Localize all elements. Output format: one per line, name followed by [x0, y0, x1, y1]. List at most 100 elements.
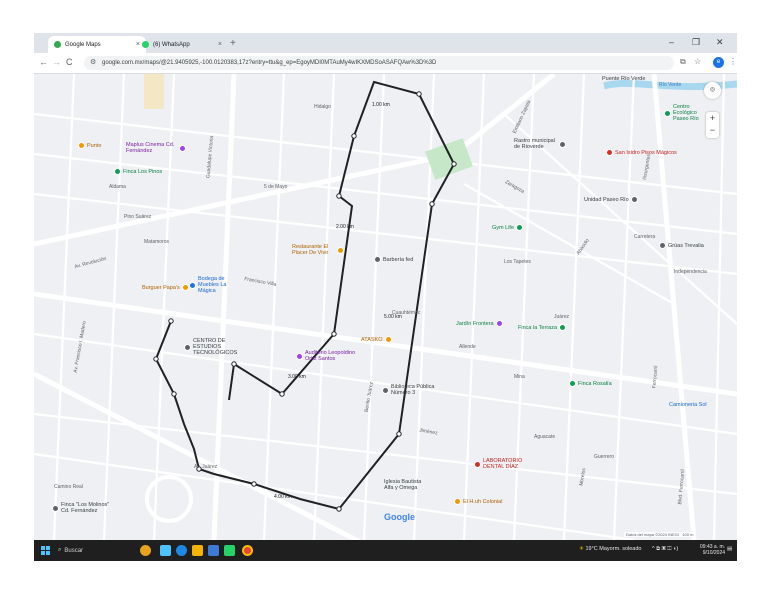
venue-pin-icon — [52, 504, 59, 512]
poi-marker[interactable]: Unidad Paseo Río — [584, 196, 638, 203]
street-label: Matamoros — [144, 239, 170, 245]
compass-button[interactable]: ◎ — [704, 82, 721, 99]
windows-taskbar: ⌕ Buscar ☀ 19°C Mayorm. soleado ^ ⧉ ▣ ◫ … — [34, 540, 737, 561]
poi-marker[interactable]: LABORATORIO DENTAL DÍAZ — [474, 458, 534, 470]
maps-favicon-icon — [54, 41, 61, 48]
edge-icon[interactable] — [176, 545, 187, 556]
venue-pin-icon — [569, 380, 576, 387]
street-label: Aldama — [109, 184, 126, 190]
maximize-button[interactable]: ❐ — [692, 37, 700, 48]
school-pin-icon — [184, 343, 191, 351]
poi-marker[interactable]: Biblioteca Pública Número 3 — [382, 384, 436, 396]
street-label: Hidalgo — [314, 104, 331, 110]
route-distance-label: 2.00 km — [336, 224, 354, 230]
reload-button[interactable]: C — [66, 57, 73, 67]
windows-start-icon[interactable] — [41, 546, 50, 555]
restaurant-pin-icon — [384, 336, 392, 343]
extensions-icon[interactable]: ⧉ — [680, 57, 686, 67]
store-pin-icon — [189, 281, 196, 289]
poi-marker[interactable]: Gym Life — [492, 224, 524, 231]
search-icon: ⌕ — [58, 547, 62, 553]
street-label: Carretera — [634, 234, 656, 240]
map-canvas[interactable]: Av. Revolución Guadalupe Victoria Cuauht… — [34, 74, 737, 540]
street-label: Camino Real — [54, 484, 83, 490]
zoom-out-button[interactable]: − — [706, 124, 719, 136]
poi-marker[interactable]: Restaurante El Placer De Vivir — [292, 244, 344, 256]
copilot-icon[interactable] — [160, 545, 171, 556]
back-button[interactable]: ← — [39, 57, 48, 67]
poi-marker[interactable]: Finca la Terraza — [518, 324, 567, 331]
zoom-in-button[interactable]: + — [706, 112, 719, 124]
browser-toolbar: ← → C ⚙ google.com.mx/maps/@21.9405925,-… — [34, 53, 737, 74]
river-label: Río Verde — [659, 82, 682, 88]
weather-sun-icon: ☀ — [579, 546, 584, 552]
tab-whatsapp[interactable]: (6) WhatsApp × — [136, 36, 228, 53]
street-label: Mina — [514, 374, 525, 380]
store-icon[interactable] — [208, 545, 219, 556]
taskbar-clock[interactable]: 09:43 a. m. 9/10/2024 — [700, 544, 725, 556]
profile-avatar[interactable]: e — [713, 57, 724, 68]
avenue-road — [34, 74, 556, 247]
weather-widget[interactable]: ☀ 19°C Mayorm. soleado — [579, 546, 641, 552]
taskbar-search-box[interactable]: ⌕ Buscar — [58, 544, 146, 557]
venue-pin-icon — [559, 324, 567, 331]
park-pin-icon — [114, 168, 121, 175]
poi-marker[interactable]: Puente Río Verde — [602, 76, 645, 82]
widgets-icon[interactable] — [140, 545, 151, 556]
poi-marker[interactable]: Maplus Cinema Cd. Fernández — [126, 142, 186, 154]
route-distance-label: 3.00 km — [288, 374, 306, 380]
system-tray-icons[interactable]: ^ ⧉ ▣ ◫ ◖) — [652, 546, 678, 553]
street-label: Guerrero — [594, 454, 615, 460]
poi-marker[interactable]: Finca "Los Molinos" Cd. Fernández — [52, 502, 112, 514]
poi-marker[interactable]: Punto — [78, 142, 101, 149]
close-window-button[interactable]: ✕ — [716, 37, 724, 48]
poi-marker[interactable]: Auditorio Leopoldino Ortiz Santos — [296, 350, 358, 362]
poi-marker[interactable]: Grúas Trevalia — [659, 242, 704, 249]
poi-marker[interactable]: Centro Ecológico Paseo Río — [664, 104, 709, 122]
roundabout — [145, 475, 193, 523]
desktop-screen: Google Maps × (6) WhatsApp × + – ❐ ✕ ← →… — [34, 33, 737, 561]
bookmark-star-icon[interactable]: ☆ — [694, 57, 701, 66]
poi-marker[interactable]: Camioneria Sol — [669, 402, 707, 408]
tab-google-maps[interactable]: Google Maps × — [48, 36, 146, 53]
menu-icon[interactable]: ⋮ — [729, 57, 737, 66]
poi-marker[interactable]: Jardín Frontera — [456, 320, 503, 327]
poi-marker[interactable]: Burguer Papa's — [142, 284, 189, 291]
poi-marker[interactable]: Rastro municipal de Rioverde — [514, 138, 566, 150]
poi-marker[interactable]: Bodega de Muebles La Mágica — [189, 276, 239, 294]
poi-marker[interactable]: Iglesia Bautista Alfa y Omega — [384, 479, 430, 491]
poi-marker[interactable]: Barbería fed — [374, 256, 413, 263]
poi-marker[interactable]: El H.uh Colonial — [454, 498, 502, 505]
restaurant-pin-icon — [454, 498, 461, 505]
street-label: Allende — [459, 344, 476, 350]
site-info-icon[interactable]: ⚙ — [90, 58, 96, 66]
map-scale[interactable]: 100 m — [682, 532, 693, 537]
poi-marker[interactable]: Finca Rosalía — [569, 380, 612, 387]
restaurant-pin-icon — [78, 142, 85, 149]
browser-tab-bar: Google Maps × (6) WhatsApp × + – ❐ ✕ — [34, 33, 737, 53]
street-label: Independencia — [674, 269, 707, 275]
new-tab-button[interactable]: + — [230, 38, 236, 49]
lab-pin-icon — [474, 460, 481, 468]
forward-button[interactable]: → — [52, 57, 61, 67]
poi-marker[interactable]: ATASKO — [361, 336, 392, 343]
chrome-icon[interactable] — [242, 545, 253, 556]
gym-pin-icon — [516, 224, 524, 231]
notifications-icon[interactable]: ▤ — [727, 546, 732, 552]
street-label: 5 de Mayo — [264, 184, 288, 190]
close-tab-icon[interactable]: × — [218, 41, 222, 48]
route-distance-label: 5.00 km — [384, 314, 402, 320]
building-pin-icon — [630, 196, 638, 203]
search-placeholder: Buscar — [64, 547, 84, 554]
poi-marker[interactable]: CENTRO DE ESTUDIOS TECNOLÓGICOS — [184, 338, 254, 356]
route-distance-label: 4.00 km — [274, 494, 292, 500]
address-bar[interactable]: ⚙ google.com.mx/maps/@21.9405925,-100.01… — [84, 56, 674, 70]
building-pin-icon — [559, 140, 566, 148]
whatsapp-icon[interactable] — [224, 545, 235, 556]
google-logo: Google — [384, 512, 415, 522]
poi-marker[interactable]: San Isidro Pisos Mágicos — [606, 149, 677, 156]
poi-marker[interactable]: Finca Los Pinos — [114, 168, 162, 175]
minimize-button[interactable]: – — [669, 37, 674, 47]
service-pin-icon — [659, 242, 666, 249]
file-explorer-icon[interactable] — [192, 545, 203, 556]
